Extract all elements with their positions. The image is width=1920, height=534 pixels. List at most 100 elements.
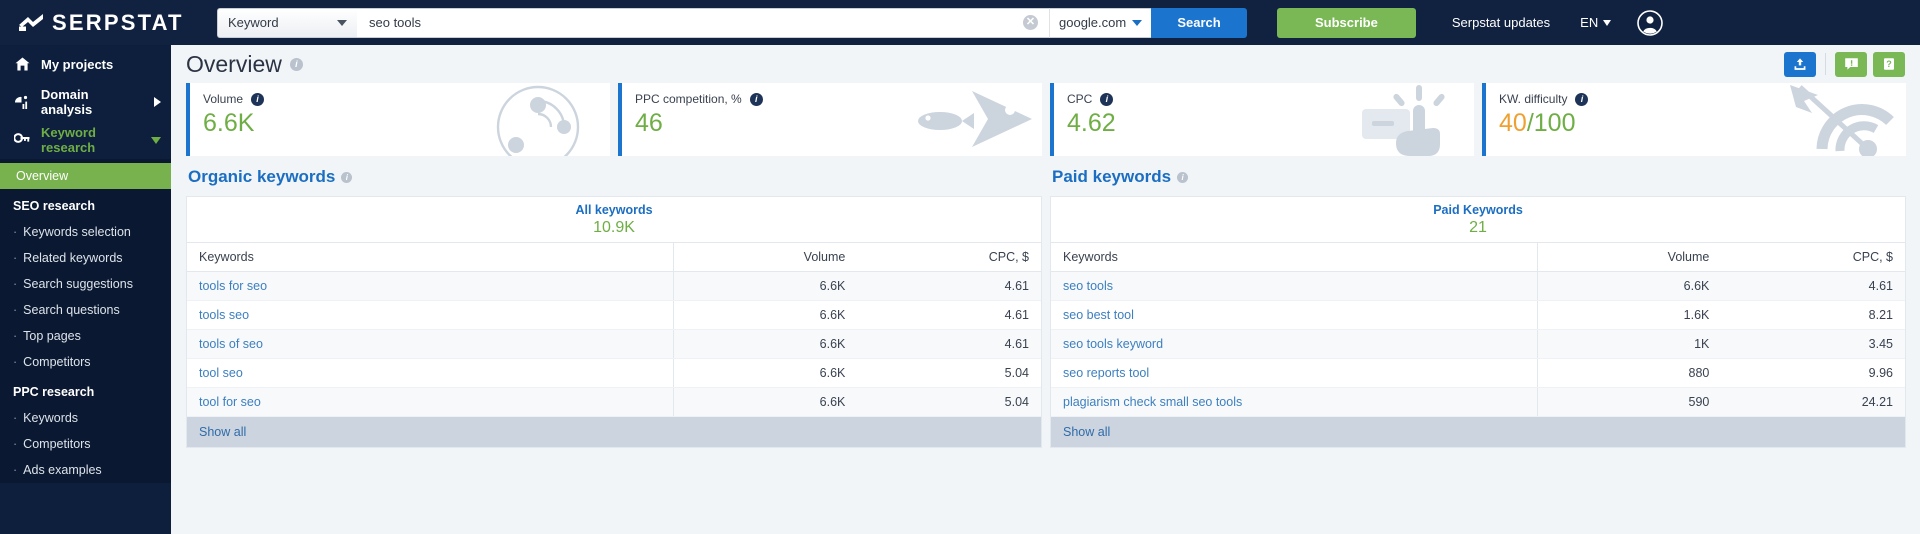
sidebar-item-label: Competitors (23, 437, 91, 451)
paid-keywords-section: Paid keywords i Paid Keywords 21 Keyword… (1050, 156, 1906, 448)
export-button[interactable] (1784, 51, 1816, 77)
info-icon[interactable]: i (251, 92, 265, 106)
user-avatar-icon[interactable] (1637, 9, 1664, 36)
info-icon[interactable]: i (289, 57, 303, 71)
sidebar-item-top-pages[interactable]: · Top pages (0, 323, 171, 349)
info-icon[interactable]: i (749, 92, 763, 106)
cell-cpc: 4.61 (857, 271, 1041, 301)
serpstat-updates-link[interactable]: Serpstat updates (1452, 15, 1550, 30)
table-row: tools of seo 6.6K 4.61 (187, 329, 1041, 359)
sidebar-item-search-questions[interactable]: · Search questions (0, 297, 171, 323)
cell-keyword: tool seo (187, 358, 674, 388)
cell-volume: 590 (1537, 387, 1722, 417)
cell-keyword: tool for seo (187, 387, 674, 417)
bullet-icon: · (13, 355, 18, 369)
sidebar-item-label: Domain analysis (40, 87, 93, 117)
cell-keyword: seo best tool (1051, 300, 1538, 330)
search-type-label: Keyword (228, 15, 279, 30)
keyword-link[interactable]: seo tools (1063, 279, 1113, 293)
sidebar-item-keyword-research[interactable]: Keyword research (0, 121, 171, 159)
column-header-keywords[interactable]: Keywords (1051, 243, 1538, 272)
sidebar-item-keywords-selection[interactable]: · Keywords selection (0, 219, 171, 245)
top-navigation-bar: SERPSTAT Keyword ✕ google.com Search Sub… (0, 0, 1920, 45)
table-row: tools for seo 6.6K 4.61 (187, 271, 1041, 301)
sidebar-item-overview[interactable]: Overview (0, 163, 171, 189)
metric-label: PPC competition, % (635, 92, 742, 106)
sidebar-item-related-keywords[interactable]: · Related keywords (0, 245, 171, 271)
sidebar-item-label: Keywords selection (23, 225, 131, 239)
clear-search-icon[interactable]: ✕ (1023, 15, 1038, 30)
keyword-link[interactable]: seo reports tool (1063, 366, 1149, 380)
keyword-link[interactable]: plagiarism check small seo tools (1063, 395, 1242, 409)
paid-summary-value: 21 (1469, 218, 1487, 236)
brand-logo[interactable]: SERPSTAT (0, 0, 208, 45)
column-header-keywords[interactable]: Keywords (187, 243, 674, 272)
sidebar-item-ads-examples[interactable]: · Ads examples (0, 457, 171, 483)
sidebar-item-domain-analysis[interactable]: Domain analysis (0, 83, 171, 121)
bullet-icon: · (13, 329, 18, 343)
organic-summary-label[interactable]: All keywords (575, 203, 652, 217)
subscribe-button[interactable]: Subscribe (1277, 7, 1416, 38)
keyword-link[interactable]: tools of seo (199, 337, 263, 351)
sidebar-item-my-projects[interactable]: My projects (0, 45, 171, 83)
info-icon[interactable]: i (1100, 92, 1114, 106)
table-row: seo reports tool 880 9.96 (1051, 358, 1905, 388)
database-select[interactable]: google.com (1049, 7, 1151, 38)
organic-keywords-section: Organic keywords i All keywords 10.9K Ke… (186, 156, 1042, 448)
chevron-down-icon (337, 19, 347, 26)
column-header-cpc[interactable]: CPC, $ (1721, 243, 1905, 272)
metric-card-ppc-competition: PPC competition, % i 46 (618, 83, 1042, 156)
paid-show-all-link[interactable]: Show all (1051, 417, 1905, 447)
column-header-volume[interactable]: Volume (673, 243, 858, 272)
keyword-sections: Organic keywords i All keywords 10.9K Ke… (179, 156, 1910, 448)
sidebar-item-label: Top pages (23, 329, 81, 343)
chevron-down-icon (1603, 19, 1612, 26)
column-header-volume[interactable]: Volume (1537, 243, 1722, 272)
cell-cpc: 4.61 (1721, 271, 1905, 301)
keyword-link[interactable]: seo best tool (1063, 308, 1134, 322)
metric-value: 40 (1499, 109, 1527, 137)
arrow-down-icon (151, 136, 161, 144)
language-label: EN (1580, 15, 1599, 30)
search-type-select[interactable]: Keyword (217, 7, 357, 38)
organic-show-all-link[interactable]: Show all (187, 417, 1041, 447)
table-row: seo tools keyword 1K 3.45 (1051, 329, 1905, 359)
bullet-icon: · (13, 437, 18, 451)
cell-volume: 6.6K (1537, 271, 1722, 301)
info-icon[interactable]: i (341, 171, 353, 183)
keyword-link[interactable]: seo tools keyword (1063, 337, 1163, 351)
keyword-link[interactable]: tools seo (199, 308, 249, 322)
metric-card-volume: Volume i 6.6K (186, 83, 610, 156)
cell-cpc: 5.04 (857, 387, 1041, 417)
keyword-link[interactable]: tool seo (199, 366, 243, 380)
feedback-button[interactable] (1835, 51, 1867, 77)
sidebar-item-search-suggestions[interactable]: · Search suggestions (0, 271, 171, 297)
cell-volume: 6.6K (673, 271, 858, 301)
help-button[interactable]: ? (1873, 51, 1905, 77)
sidebar-item-ppc-keywords[interactable]: · Keywords (0, 405, 171, 431)
upload-icon (1794, 58, 1806, 70)
bullet-icon: · (13, 463, 18, 477)
column-header-cpc[interactable]: CPC, $ (857, 243, 1041, 272)
language-select[interactable]: EN (1580, 15, 1612, 30)
domain-chart-icon (14, 95, 30, 110)
info-icon[interactable]: i (1177, 171, 1189, 183)
search-input[interactable] (357, 7, 1049, 38)
keyword-link[interactable]: tools for seo (199, 279, 267, 293)
sidebar-item-label: Competitors (23, 355, 91, 369)
metric-label: KW. difficulty (1499, 92, 1568, 106)
keyword-link[interactable]: tool for seo (199, 395, 261, 409)
sidebar-item-seo-competitors[interactable]: · Competitors (0, 349, 171, 375)
bullet-icon: · (13, 303, 18, 317)
cell-keyword: plagiarism check small seo tools (1051, 387, 1538, 417)
cell-keyword: tools seo (187, 300, 674, 330)
organic-keywords-table-box: All keywords 10.9K Keywords Volume CPC, … (186, 196, 1042, 448)
sidebar-item-ppc-competitors[interactable]: · Competitors (0, 431, 171, 457)
table-row: seo tools 6.6K 4.61 (1051, 271, 1905, 301)
paid-keywords-table: Keywords Volume CPC, $ seo tools 6.6K 4.… (1051, 243, 1905, 417)
paid-summary-label[interactable]: Paid Keywords (1433, 203, 1523, 217)
search-button[interactable]: Search (1151, 7, 1247, 38)
brand-name: SERPSTAT (52, 9, 184, 35)
info-icon[interactable]: i (1575, 92, 1589, 106)
cell-volume: 880 (1537, 358, 1722, 388)
